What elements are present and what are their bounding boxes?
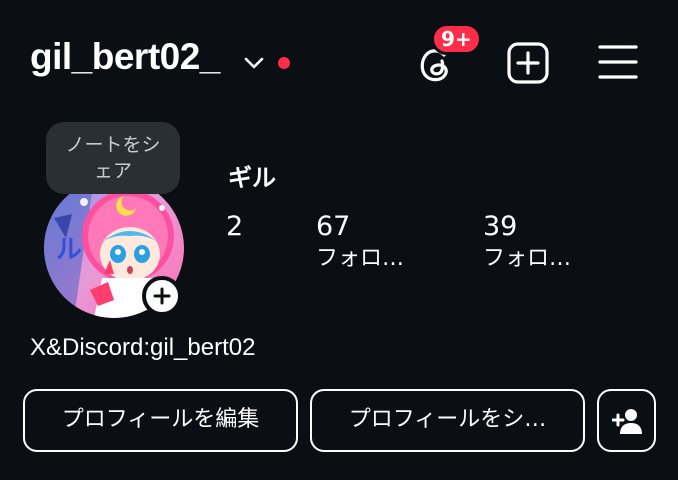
plus-square-icon[interactable] (506, 41, 550, 85)
share-profile-button[interactable]: プロフィールをシ… (310, 389, 585, 452)
hamburger-menu-icon[interactable] (598, 43, 638, 81)
add-person-icon (612, 409, 642, 434)
posts-stat[interactable]: 2 (226, 210, 243, 244)
display-name: ギル (228, 164, 276, 192)
profile-header: gil_bert02_ 9+ (0, 0, 678, 120)
username[interactable]: gil_bert02_ (30, 36, 220, 78)
tooltip-line-2: ェア (93, 160, 132, 182)
followers-count: 67 (316, 211, 351, 242)
chevron-down-icon[interactable] (243, 52, 265, 74)
following-label: フォロ… (483, 246, 572, 271)
add-story-icon[interactable] (142, 276, 182, 316)
following-count: 39 (483, 211, 518, 242)
share-note-tooltip[interactable]: ノートをシ ェア (46, 122, 180, 194)
edit-profile-button[interactable]: プロフィールを編集 (23, 389, 298, 452)
discover-people-button[interactable] (597, 389, 656, 452)
following-stat[interactable]: 39 フォロ… (483, 210, 571, 274)
bio: X&Discord:gil_bert02 (30, 334, 256, 361)
followers-stat[interactable]: 67 フォロ… (316, 210, 404, 274)
notification-badge: 9+ (431, 23, 482, 55)
posts-count: 2 (226, 211, 244, 242)
tooltip-line-1: ノートをシ (65, 134, 161, 156)
followers-label: フォロ… (316, 246, 405, 271)
unread-dot (278, 57, 290, 69)
svg-text:ル: ル (56, 235, 82, 265)
